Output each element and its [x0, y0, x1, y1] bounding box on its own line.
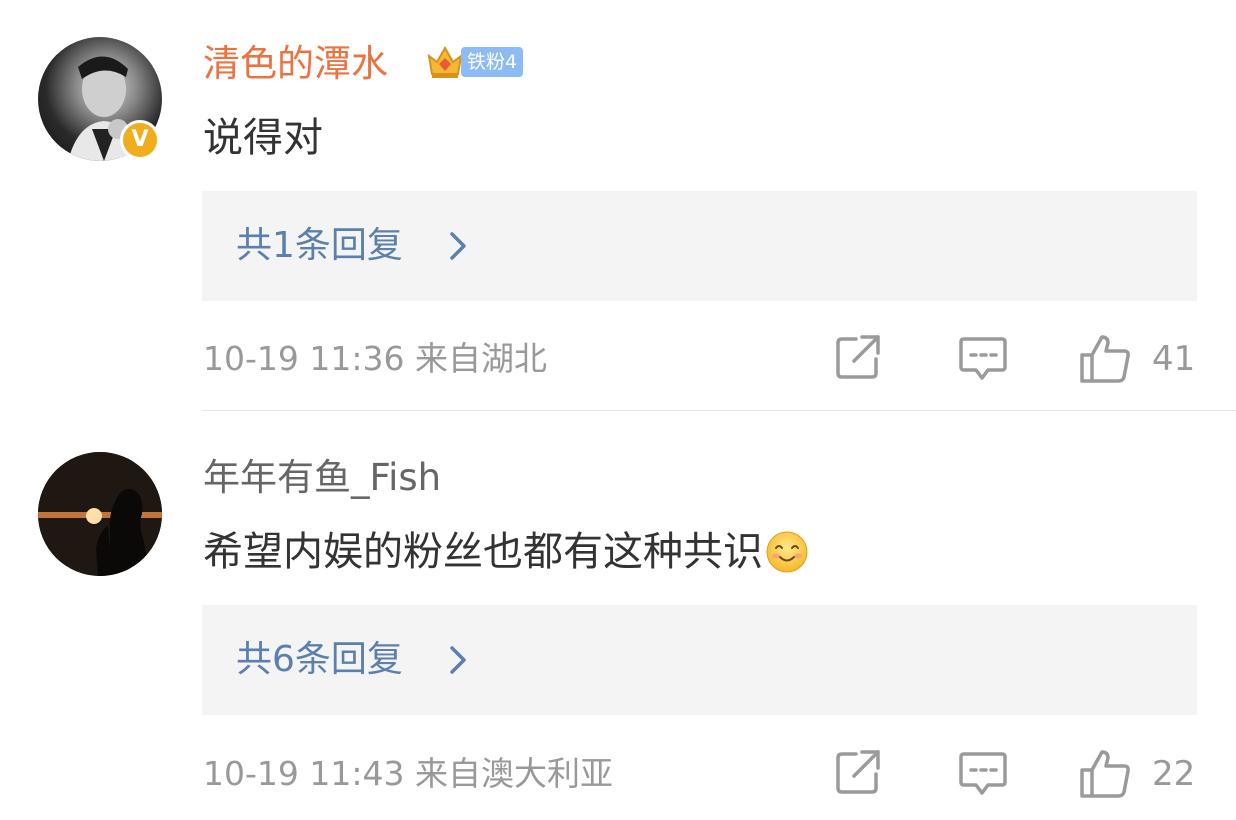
- replies-box[interactable]: 共1条回复: [202, 191, 1197, 301]
- replies-link[interactable]: 共1条回复: [236, 191, 403, 301]
- comment-meta: 10-19 11:43 来自澳大利亚: [203, 752, 613, 796]
- fan-level-label: 铁粉4: [461, 47, 524, 77]
- chevron-right-icon: [450, 646, 466, 674]
- like-icon[interactable]: [1078, 333, 1132, 385]
- username[interactable]: 清色的潭水: [203, 42, 388, 86]
- replies-link[interactable]: 共6条回复: [236, 605, 403, 715]
- like-count: 22: [1152, 754, 1196, 794]
- comment-icon[interactable]: [958, 748, 1008, 798]
- username[interactable]: 年年有鱼_Fish: [203, 456, 441, 500]
- location: 来自湖北: [414, 339, 547, 378]
- share-icon[interactable]: [834, 748, 882, 796]
- fan-badge[interactable]: 铁粉4: [425, 44, 524, 80]
- chevron-right-icon: [450, 232, 466, 260]
- comment-item: V 清色的潭水 铁粉4 说得对 共1条回复 10-19 11:36 来自湖北 4…: [0, 0, 1236, 411]
- comment-text: 说得对: [203, 115, 323, 161]
- comment-text: 希望内娱的粉丝也都有这种共识: [203, 527, 809, 577]
- comment-icon[interactable]: [958, 333, 1008, 383]
- comment-item: 年年有鱼_Fish 希望内娱的粉丝也都有这种共识 共6条回复 10-19 11:…: [0, 411, 1236, 820]
- like-count: 41: [1152, 339, 1196, 379]
- comment-meta: 10-19 11:36 来自湖北: [203, 337, 547, 381]
- share-icon[interactable]: [834, 333, 882, 381]
- verified-badge-icon: V: [120, 120, 160, 160]
- location: 来自澳大利亚: [414, 754, 613, 793]
- timestamp: 10-19 11:43: [203, 754, 405, 793]
- comment-text-content: 希望内娱的粉丝也都有这种共识: [203, 529, 763, 575]
- avatar[interactable]: [38, 452, 162, 576]
- smile-emoji-icon: [766, 531, 808, 573]
- like-icon[interactable]: [1078, 748, 1132, 800]
- crown-icon: [427, 45, 463, 78]
- replies-box[interactable]: 共6条回复: [202, 605, 1197, 715]
- timestamp: 10-19 11:36: [203, 339, 405, 378]
